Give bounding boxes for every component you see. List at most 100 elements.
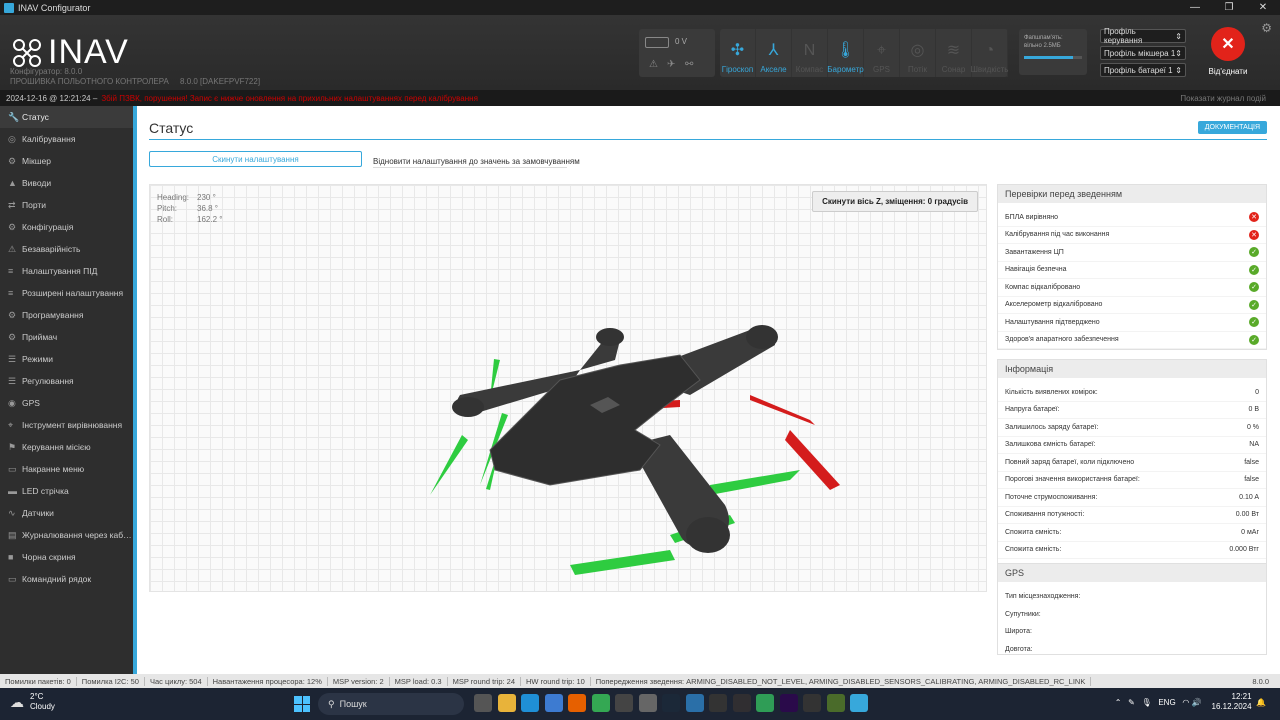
sidebar-item-14[interactable]: ⌖ Інструмент вирівнювання bbox=[0, 414, 133, 436]
tray-pen-icon[interactable]: ✎ bbox=[1128, 698, 1135, 707]
sidebar-item-9[interactable]: ⚙ Програмування bbox=[0, 304, 133, 326]
info-label: Залишкова ємність батареї: bbox=[1005, 441, 1096, 449]
info-row: Напруга батареї: 0 В bbox=[998, 402, 1266, 419]
disconnect-label: Від'єднати bbox=[1208, 67, 1248, 76]
sidebar-item-17[interactable]: ▬ LED стрічка bbox=[0, 480, 133, 502]
volume-icon[interactable]: 🔊 bbox=[1192, 698, 1202, 707]
check-ok-icon: ✓ bbox=[1249, 282, 1259, 293]
outputs-icon: ▲ bbox=[8, 178, 17, 188]
sensor-sonar: ≋ Сонар bbox=[936, 29, 972, 77]
taskbar-chrome-2-icon[interactable] bbox=[756, 694, 774, 712]
taskbar-task-view-icon[interactable] bbox=[474, 694, 492, 712]
reset-settings-button[interactable]: Скинути налаштування bbox=[149, 151, 362, 167]
tray-mic-icon[interactable]: 🎙 bbox=[1142, 698, 1152, 707]
version-info: Конфігуратор: 8.0.0 ПРОШИВКА ПОЛЬОТНОГО … bbox=[10, 67, 260, 87]
sidebar-item-13[interactable]: ◉ GPS bbox=[0, 392, 133, 414]
log-bar: 2024-12-16 @ 12:21:24 – Збій ПЗВК, поруш… bbox=[0, 90, 1280, 106]
minimize-button[interactable]: — bbox=[1178, 0, 1212, 15]
taskbar-app-icon[interactable] bbox=[615, 694, 633, 712]
settings-gear-icon[interactable]: ⚙ bbox=[1261, 21, 1272, 35]
led-icon: ▬ bbox=[8, 486, 17, 496]
sidebar-item-4[interactable]: ⇄ Порти bbox=[0, 194, 133, 216]
sidebar-item-21[interactable]: ▭ Командний рядок bbox=[0, 568, 133, 590]
taskbar-firefox-icon[interactable] bbox=[568, 694, 586, 712]
info-value: false bbox=[1244, 476, 1259, 484]
taskbar-search[interactable]: ⚲ Пошук bbox=[318, 693, 464, 715]
sidebar-item-label: Налаштування ПІД bbox=[22, 266, 98, 276]
sidebar-item-label: Журналювання через каб… bbox=[22, 530, 132, 540]
taskbar-edge-icon[interactable] bbox=[521, 694, 539, 712]
taskbar-inav-icon[interactable] bbox=[850, 694, 868, 712]
sensor-gps: ⌖ GPS bbox=[864, 29, 900, 77]
gps-label: Довгота: bbox=[1005, 645, 1033, 653]
close-button[interactable]: ✕ bbox=[1246, 0, 1280, 15]
sidebar-item-19[interactable]: ▤ Журналювання через каб… bbox=[0, 524, 133, 546]
taskbar-terminal-icon[interactable] bbox=[709, 694, 727, 712]
status-item: Помилки пакетів: 0 bbox=[0, 676, 77, 686]
sensor-compass: N Компас bbox=[792, 29, 828, 77]
sidebar-item-12[interactable]: ☰ Регулювання bbox=[0, 370, 133, 392]
prearm-check-label: Компас відкалібровано bbox=[1005, 283, 1081, 291]
sidebar-item-3[interactable]: ▲ Виводи bbox=[0, 172, 133, 194]
sidebar-item-2[interactable]: ⚙ Мікшер bbox=[0, 150, 133, 172]
language-indicator[interactable]: ENG bbox=[1158, 698, 1175, 707]
battery-profile-select[interactable]: Профіль батареї 1 ⇕ bbox=[1100, 63, 1186, 77]
sidebar-item-10[interactable]: ⚙ Приймач bbox=[0, 326, 133, 348]
sidebar-item-label: Режими bbox=[22, 354, 53, 364]
control-profile-select[interactable]: Профіль керування ⇕ bbox=[1100, 27, 1186, 45]
taskbar-file-explorer-icon[interactable] bbox=[497, 694, 516, 712]
header: INAV Конфігуратор: 8.0.0 ПРОШИВКА ПОЛЬОТ… bbox=[0, 15, 1280, 90]
reset-z-axis-button[interactable]: Скинути вісь Z, зміщення: 0 градусів bbox=[812, 191, 978, 212]
log-message: Збій ПЗВК, порушення! Запис є нижче онов… bbox=[101, 93, 478, 103]
check-fail-icon: ✕ bbox=[1249, 229, 1259, 240]
sensor-label: Швидкість bbox=[970, 65, 1009, 74]
wifi-icon[interactable]: ◠ bbox=[1182, 698, 1189, 707]
disconnect-button[interactable]: ✕ Від'єднати bbox=[1203, 27, 1253, 76]
prearm-check-row: БПЛА вирівняно ✕ bbox=[998, 209, 1266, 227]
sidebar-item-5[interactable]: ⚙ Конфігурація bbox=[0, 216, 133, 238]
app-version: 8.0.0 bbox=[1252, 676, 1269, 686]
sidebar-item-16[interactable]: ▭ Накранне меню bbox=[0, 458, 133, 480]
clock[interactable]: 12:21 16.12.2024 bbox=[1212, 692, 1252, 712]
sidebar-item-20[interactable]: ■ Чорна скриня bbox=[0, 546, 133, 568]
sensor-flow: ◎ Потік bbox=[900, 29, 936, 77]
sidebar-item-7[interactable]: ≡ Налаштування ПІД bbox=[0, 260, 133, 282]
roll-value: 162.2 ° bbox=[197, 215, 223, 224]
sidebar-item-label: Мікшер bbox=[22, 156, 51, 166]
sensor-accel: ⅄ Акселе bbox=[756, 29, 792, 77]
sidebar-item-6[interactable]: ⚠ Безаварійність bbox=[0, 238, 133, 260]
roll-label: Roll: bbox=[157, 215, 174, 224]
sidebar-item-11[interactable]: ☰ Режими bbox=[0, 348, 133, 370]
taskbar-app-2-icon[interactable] bbox=[826, 694, 845, 712]
taskbar-steam-icon[interactable] bbox=[662, 694, 680, 712]
advanced-icon: ≡ bbox=[8, 288, 14, 298]
show-log-link[interactable]: Показати журнал подій bbox=[1180, 94, 1266, 103]
documentation-button[interactable]: ДОКУМЕНТАЦІЯ bbox=[1197, 121, 1267, 134]
check-ok-icon: ✓ bbox=[1249, 317, 1259, 328]
taskbar-inkscape-icon[interactable] bbox=[803, 694, 821, 712]
prearm-checks-panel: Перевірки перед зведенням БПЛА вирівняно… bbox=[997, 184, 1267, 350]
sidebar-item-18[interactable]: ∿ Датчики bbox=[0, 502, 133, 524]
mixer-profile-select[interactable]: Профіль мікшера 1 ⇕ bbox=[1100, 46, 1186, 60]
sidebar-item-0[interactable]: 🔧 Статус bbox=[0, 106, 133, 128]
info-row: Повний заряд батареї, коли підключено fal… bbox=[998, 454, 1266, 472]
tray-chevron-icon[interactable]: ⌃ bbox=[1115, 698, 1122, 707]
taskbar-premiere-icon[interactable] bbox=[779, 694, 798, 712]
sidebar-item-label: Розширені налаштування bbox=[22, 288, 124, 298]
taskbar-store-icon[interactable] bbox=[544, 694, 563, 712]
taskbar-obs-icon[interactable] bbox=[732, 694, 751, 712]
sensor-label: Компас bbox=[795, 65, 824, 74]
sidebar-item-1[interactable]: ◎ Калібрування bbox=[0, 128, 133, 150]
taskbar-chrome-icon[interactable] bbox=[591, 694, 610, 712]
maximize-button[interactable]: ❐ bbox=[1212, 0, 1246, 15]
model-viewer[interactable]: Heading: 230 ° Pitch: 36.8 ° Roll: 162.2 ° … bbox=[149, 184, 987, 592]
taskbar-settings-icon[interactable] bbox=[638, 694, 657, 712]
notification-bell-icon[interactable]: 🔔 bbox=[1256, 698, 1266, 707]
weather-widget[interactable]: ☁ 2°C Cloudy bbox=[10, 692, 55, 712]
info-row: Поточне струмоспоживання: 0.10 A bbox=[998, 489, 1266, 507]
gyro-icon: ✣ bbox=[730, 42, 745, 59]
sidebar-item-15[interactable]: ⚑ Керування місією bbox=[0, 436, 133, 458]
sidebar-item-8[interactable]: ≡ Розширені налаштування bbox=[0, 282, 133, 304]
taskbar-davinci-icon[interactable] bbox=[685, 694, 704, 712]
start-button[interactable] bbox=[294, 696, 310, 712]
